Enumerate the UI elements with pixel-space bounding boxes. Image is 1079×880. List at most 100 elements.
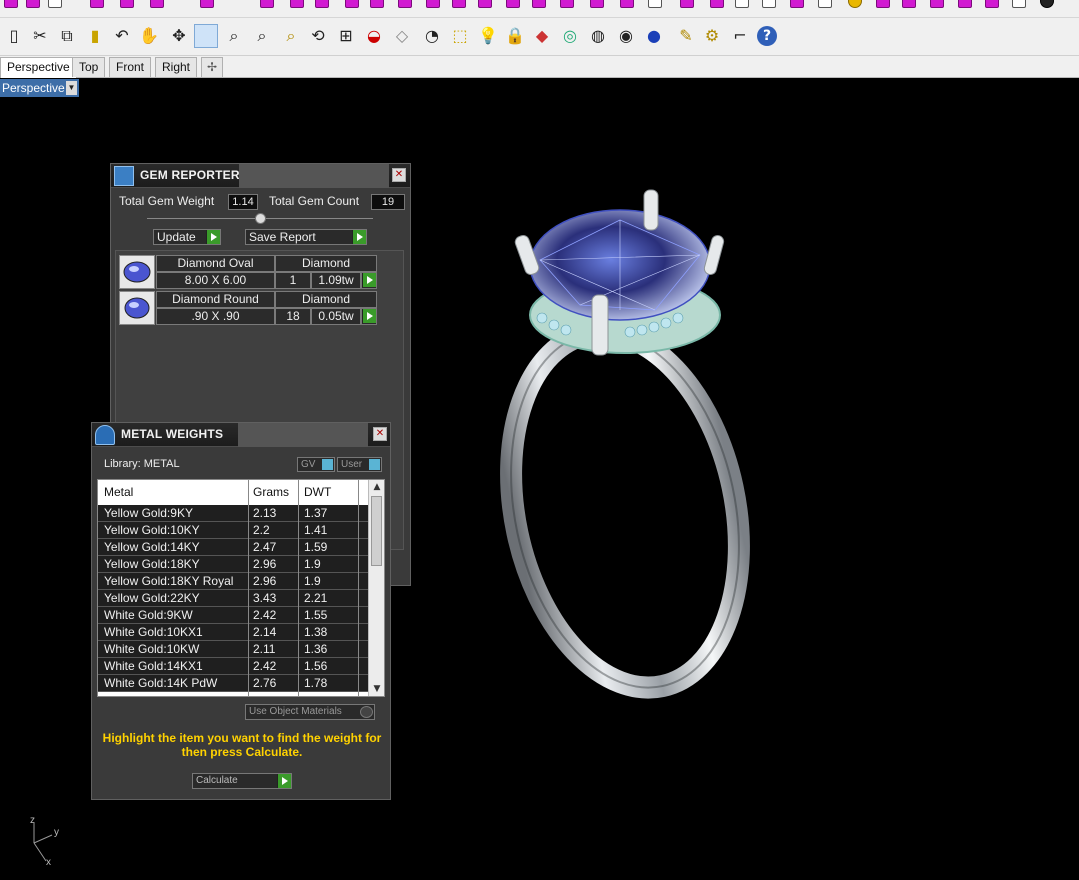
scrollbar-thumb[interactable] bbox=[371, 496, 382, 566]
copy-icon[interactable]: ⧉ bbox=[55, 24, 79, 48]
metal-row[interactable]: Yellow Gold:9KY 2.13 1.37 bbox=[98, 505, 368, 522]
metal-row[interactable]: Yellow Gold:10KY 2.2 1.41 bbox=[98, 522, 368, 539]
toolbar-icon[interactable] bbox=[532, 0, 546, 8]
toolbar-icon[interactable] bbox=[506, 0, 520, 8]
cplane-icon[interactable]: ◔ bbox=[420, 24, 444, 48]
select-window-icon[interactable] bbox=[194, 24, 218, 48]
toolbar-icon[interactable] bbox=[762, 0, 776, 8]
lock-icon[interactable]: 🔒 bbox=[503, 24, 527, 48]
tab-right[interactable]: Right bbox=[155, 57, 198, 77]
gear-icon[interactable]: ⚙ bbox=[700, 24, 724, 48]
close-icon[interactable]: ✕ bbox=[392, 168, 406, 182]
zoom-window-icon[interactable]: ⌕ bbox=[222, 24, 246, 48]
scroll-up-icon[interactable]: ▲ bbox=[369, 480, 384, 494]
gem-select-button[interactable] bbox=[361, 308, 377, 325]
toolbar-icon[interactable] bbox=[560, 0, 574, 8]
calculate-button[interactable]: Calculate bbox=[192, 773, 292, 789]
gv-toggle[interactable]: GV bbox=[297, 457, 335, 472]
use-object-materials-dropdown[interactable]: Use Object Materials bbox=[245, 704, 375, 720]
metal-row[interactable]: Yellow Gold:18KY 2.96 1.9 bbox=[98, 556, 368, 573]
toolbar-icon[interactable] bbox=[735, 0, 749, 8]
sphere-shaded-icon[interactable]: ◉ bbox=[614, 24, 638, 48]
toolbar-icon[interactable] bbox=[120, 0, 134, 8]
column-header-metal[interactable]: Metal bbox=[104, 485, 133, 499]
toolbar-icon[interactable] bbox=[478, 0, 492, 8]
metal-row[interactable]: Yellow Gold:22KY 3.43 2.21 bbox=[98, 590, 368, 607]
toolbar-icon[interactable] bbox=[590, 0, 604, 8]
toolbar-icon[interactable] bbox=[370, 0, 384, 8]
toolbar-icon[interactable] bbox=[90, 0, 104, 8]
metal-row[interactable]: White Gold:14K PdW 2.76 1.78 bbox=[98, 675, 368, 692]
gem-row[interactable]: Diamond Round Diamond .90 X .90 18 0.05t… bbox=[119, 291, 377, 325]
new-icon[interactable]: ▯ bbox=[2, 24, 26, 48]
toolbar-icon[interactable] bbox=[648, 0, 662, 8]
toolbar-icon[interactable] bbox=[398, 0, 412, 8]
toolbar-icon[interactable] bbox=[902, 0, 916, 8]
trim-icon[interactable]: ⌐ bbox=[728, 24, 752, 48]
car-icon[interactable]: ◒ bbox=[362, 24, 386, 48]
metal-row[interactable]: White Gold:9KW 2.42 1.55 bbox=[98, 607, 368, 624]
toolbar-icon[interactable] bbox=[958, 0, 972, 8]
metal-table[interactable]: Metal Grams DWT Yellow Gold:9KY 2.13 1.37 Y… bbox=[97, 479, 385, 697]
toolbar-icon[interactable] bbox=[452, 0, 466, 8]
tab-top[interactable]: Top bbox=[72, 57, 106, 77]
zoom-target-icon[interactable]: ⌕ bbox=[279, 24, 303, 48]
toolbar-icon[interactable] bbox=[790, 0, 804, 8]
tab-perspective[interactable]: Perspective bbox=[0, 57, 77, 78]
save-report-button[interactable]: Save Report bbox=[245, 229, 367, 245]
ring-model[interactable] bbox=[480, 180, 780, 720]
cut-icon[interactable]: ✂ bbox=[28, 24, 52, 48]
toolbar-icon[interactable] bbox=[26, 0, 40, 8]
toolbar-icon[interactable] bbox=[200, 0, 214, 8]
update-button[interactable]: Update bbox=[153, 229, 221, 245]
metal-row[interactable]: White Gold:10KW 2.11 1.36 bbox=[98, 641, 368, 658]
add-tab-icon[interactable]: ✢ bbox=[201, 57, 224, 77]
gem-select-button[interactable] bbox=[361, 272, 377, 289]
toolbar-icon[interactable] bbox=[680, 0, 694, 8]
light-icon[interactable]: 💡 bbox=[476, 24, 500, 48]
slider-handle[interactable] bbox=[255, 213, 266, 224]
metal-weights-titlebar[interactable]: METAL WEIGHTS ✕ bbox=[92, 423, 390, 447]
undo-icon[interactable]: ↶ bbox=[110, 24, 134, 48]
four-view-icon[interactable]: ⊞ bbox=[334, 24, 358, 48]
toolbar-icon[interactable] bbox=[1012, 0, 1026, 8]
pencil-icon[interactable]: ✎ bbox=[674, 24, 698, 48]
user-toggle[interactable]: User bbox=[337, 457, 382, 472]
render-icon[interactable]: ◇ bbox=[390, 24, 414, 48]
pan-hand-icon[interactable]: ✋ bbox=[137, 24, 161, 48]
gem-row[interactable]: Diamond Oval Diamond 8.00 X 6.00 1 1.09t… bbox=[119, 255, 377, 289]
scroll-down-icon[interactable]: ▼ bbox=[369, 682, 384, 696]
metal-row[interactable]: Yellow Gold:14KY 2.47 1.59 bbox=[98, 539, 368, 556]
metal-row[interactable]: White Gold:10KX1 2.14 1.38 bbox=[98, 624, 368, 641]
rotate-view-icon[interactable]: ✥ bbox=[167, 24, 191, 48]
color-wheel-icon[interactable]: ◎ bbox=[558, 24, 582, 48]
toolbar-icon[interactable] bbox=[818, 0, 832, 8]
sphere-rendered-icon[interactable]: ● bbox=[642, 24, 666, 48]
viewport-title[interactable]: Perspective ▼ bbox=[0, 79, 79, 97]
toolbar-icon[interactable] bbox=[345, 0, 359, 8]
zoom-extents-icon[interactable]: ⌕ bbox=[250, 24, 274, 48]
help-icon[interactable]: ? bbox=[755, 24, 779, 48]
toolbar-icon[interactable] bbox=[1040, 0, 1054, 8]
toolbar-icon[interactable] bbox=[315, 0, 329, 8]
undo-view-icon[interactable]: ⟲ bbox=[306, 24, 330, 48]
close-icon[interactable]: ✕ bbox=[373, 427, 387, 441]
toolbar-icon[interactable] bbox=[710, 0, 724, 8]
star-icon[interactable] bbox=[848, 0, 862, 8]
column-header-grams[interactable]: Grams bbox=[253, 485, 289, 499]
toolbar-icon[interactable] bbox=[4, 0, 18, 8]
toolbar-icon[interactable] bbox=[876, 0, 890, 8]
metal-table-scrollbar[interactable]: ▲ ▼ bbox=[368, 480, 384, 696]
snap-icon[interactable]: ⬚ bbox=[448, 24, 472, 48]
toolbar-icon[interactable] bbox=[48, 0, 62, 8]
paste-icon[interactable]: ▮ bbox=[83, 24, 107, 48]
toolbar-icon[interactable] bbox=[930, 0, 944, 8]
tab-front[interactable]: Front bbox=[109, 57, 152, 77]
toolbar-icon[interactable] bbox=[426, 0, 440, 8]
sphere-wireframe-icon[interactable]: ◍ bbox=[586, 24, 610, 48]
toolbar-icon[interactable] bbox=[150, 0, 164, 8]
metal-row[interactable]: Yellow Gold:18KY Royal 2.96 1.9 bbox=[98, 573, 368, 590]
toolbar-icon[interactable] bbox=[620, 0, 634, 8]
column-header-dwt[interactable]: DWT bbox=[304, 485, 331, 499]
toolbar-icon[interactable] bbox=[260, 0, 274, 8]
